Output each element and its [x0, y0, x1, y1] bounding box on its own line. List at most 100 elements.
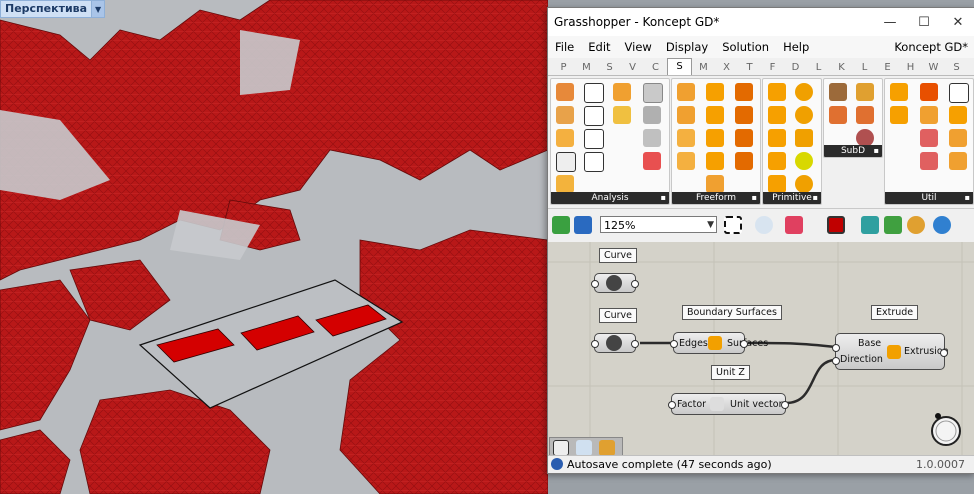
curve-2-input-grip[interactable]	[591, 340, 599, 348]
menu-edit[interactable]: Edit	[581, 40, 617, 54]
viewport-dropdown-icon[interactable]: ▼	[91, 1, 105, 17]
tab-sets[interactable]: S	[598, 60, 621, 75]
unitz-input-grip[interactable]	[668, 401, 676, 409]
tab-params[interactable]: P	[552, 60, 575, 75]
subd-fuse-icon[interactable]	[829, 106, 847, 124]
save-icon[interactable]	[574, 216, 592, 234]
fragment-patch-icon[interactable]	[677, 129, 695, 147]
extrude-component[interactable]: Base Direction Extrusion	[832, 333, 949, 370]
menu-file[interactable]: File	[548, 40, 581, 54]
cluster-icon[interactable]	[599, 440, 615, 456]
boundary-icon[interactable]	[677, 83, 695, 101]
tab-w[interactable]: W	[922, 60, 945, 75]
untrim-icon[interactable]	[920, 152, 938, 170]
is-planar-icon[interactable]	[556, 175, 574, 193]
tab-transform[interactable]: T	[738, 60, 761, 75]
zoom-extents-icon[interactable]	[724, 216, 742, 234]
tab-e[interactable]: E	[876, 60, 899, 75]
document-preview-icon[interactable]	[933, 216, 951, 234]
loft-icon[interactable]	[706, 83, 724, 101]
brep-edges-icon[interactable]	[643, 106, 661, 124]
omega-icon[interactable]	[584, 129, 604, 149]
boundary-input-grip[interactable]	[670, 340, 678, 348]
tab-mesh[interactable]: M	[692, 60, 715, 75]
tab-vector[interactable]: V	[621, 60, 644, 75]
menu-help[interactable]: Help	[776, 40, 816, 54]
cone-icon[interactable]	[795, 129, 813, 147]
bounding-box-icon[interactable]	[768, 152, 786, 170]
maximize-button[interactable]: ☐	[907, 8, 941, 36]
volume-icon[interactable]	[556, 106, 574, 124]
rhino-viewport[interactable]: Перспектива ▼	[0, 0, 548, 494]
open-file-icon[interactable]	[552, 216, 570, 234]
surface-split-icon[interactable]	[890, 106, 908, 124]
unit-z-component[interactable]: Factor Unit vector	[668, 393, 789, 415]
shaded-preview-icon[interactable]	[884, 216, 902, 234]
copy-trim-icon[interactable]	[920, 106, 938, 124]
divide-domain-icon[interactable]	[890, 83, 908, 101]
extrude-direction-grip[interactable]	[832, 357, 840, 365]
cylinder-icon[interactable]	[795, 83, 813, 101]
tab-h[interactable]: H	[899, 60, 922, 75]
tab-curve[interactable]: C	[644, 60, 667, 75]
tab-l[interactable]: L	[807, 60, 830, 75]
close-button[interactable]: ✕	[941, 8, 974, 36]
subd-multi-pipe-icon[interactable]	[856, 83, 874, 101]
area-moments-icon[interactable]	[584, 83, 604, 103]
preview-selected-icon[interactable]	[907, 216, 925, 234]
document-name[interactable]: Koncept GD*	[894, 40, 974, 54]
domain-box-icon[interactable]	[768, 129, 786, 147]
preview-mode-icon[interactable]	[827, 216, 845, 234]
extrude-output-grip[interactable]	[940, 349, 948, 357]
tab-surface[interactable]: S	[667, 58, 692, 75]
curve-2-component[interactable]	[591, 333, 639, 353]
offset-surface-icon[interactable]	[949, 106, 967, 124]
brep-closest-icon[interactable]	[613, 106, 631, 124]
extrude-point-icon[interactable]	[706, 106, 724, 124]
deconstruct-icon[interactable]	[556, 129, 574, 147]
quad-sphere-icon[interactable]	[795, 175, 813, 193]
tab-maths[interactable]: M	[575, 60, 598, 75]
menu-solution[interactable]: Solution	[715, 40, 776, 54]
curve-1-component[interactable]	[591, 273, 639, 293]
point-in-brep-icon[interactable]	[643, 83, 663, 103]
curve-1-output-grip[interactable]	[631, 280, 639, 288]
ruled-surface-icon[interactable]	[706, 152, 724, 170]
grasshopper-canvas[interactable]: Curve Curve Boundary Surfaces Edges Surf…	[548, 242, 974, 459]
wireframe-preview-icon[interactable]	[861, 216, 879, 234]
menu-view[interactable]: View	[618, 40, 659, 54]
revolution-icon[interactable]	[735, 152, 753, 170]
unitz-output-grip[interactable]	[781, 401, 789, 409]
merge-faces-icon[interactable]	[949, 152, 967, 170]
measure-icon[interactable]	[576, 440, 592, 456]
menu-display[interactable]: Display	[659, 40, 715, 54]
tab-kangaroo[interactable]: K	[830, 60, 853, 75]
tab-l2[interactable]: L	[853, 60, 876, 75]
subd-box-icon[interactable]	[829, 83, 847, 101]
isotrim-icon[interactable]	[920, 83, 938, 101]
boundary-output-grip[interactable]	[740, 340, 748, 348]
sweep-icon[interactable]	[735, 83, 753, 101]
preview-eye-icon[interactable]	[755, 216, 773, 234]
retrim-icon[interactable]	[920, 129, 938, 147]
fillet-edge-icon[interactable]	[949, 129, 967, 147]
surface-points-icon[interactable]	[643, 129, 661, 147]
grasshopper-window[interactable]: Grasshopper - Koncept GD* — ☐ ✕ File Edi…	[547, 7, 974, 474]
subd-tags-icon[interactable]	[856, 106, 874, 124]
zoom-field[interactable]: 125% ▼	[600, 216, 717, 233]
tab-display[interactable]: D	[784, 60, 807, 75]
curve-1-input-grip[interactable]	[591, 280, 599, 288]
boundary-surfaces-component[interactable]: Edges Surfaces	[670, 332, 768, 354]
brep-join-icon[interactable]	[949, 83, 969, 103]
extrude-base-grip[interactable]	[832, 344, 840, 352]
sphere-4pt-icon[interactable]	[795, 152, 813, 170]
curve-2-output-grip[interactable]	[631, 340, 639, 348]
rail-revolution-icon[interactable]	[735, 106, 753, 124]
box-corners-icon[interactable]	[556, 152, 576, 172]
sphere-icon[interactable]	[795, 106, 813, 124]
tab-f[interactable]: F	[761, 60, 784, 75]
sketch-icon[interactable]	[785, 216, 803, 234]
omega-2-icon[interactable]	[584, 152, 604, 172]
extrude-linear-icon[interactable]	[706, 129, 724, 147]
center-box-icon[interactable]	[768, 106, 786, 124]
